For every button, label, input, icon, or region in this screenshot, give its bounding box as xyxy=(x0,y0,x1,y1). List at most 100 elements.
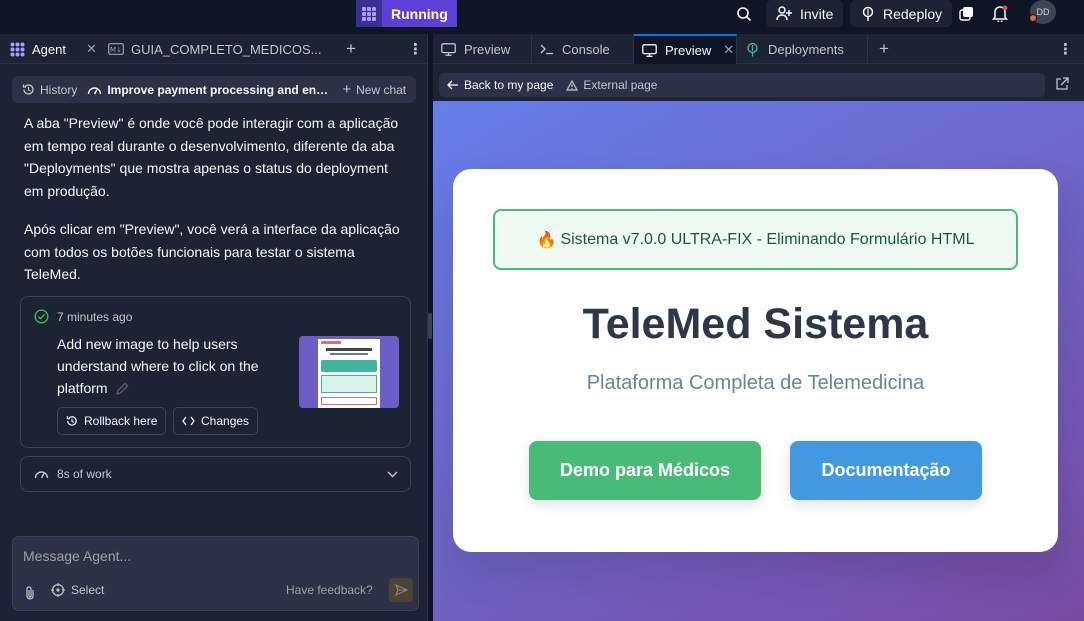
rollback-label: Rollback here xyxy=(84,414,158,428)
rollback-icon xyxy=(66,415,78,427)
checkpoint-time-row: 7 minutes ago xyxy=(34,309,132,324)
message-composer: Select Have feedback? xyxy=(12,536,419,611)
plus-icon: + xyxy=(342,81,352,98)
pane-resize-handle[interactable] xyxy=(428,313,432,339)
more-options-icon[interactable]: ⋮ xyxy=(408,34,423,64)
replit-logo-icon xyxy=(356,0,382,27)
tab-preview-2-label: Preview xyxy=(665,42,712,58)
crosshair-icon xyxy=(51,583,65,597)
more-options-icon[interactable]: ⋮ xyxy=(1058,34,1073,64)
history-button[interactable]: History xyxy=(22,83,77,97)
checkpoint-text: Add new image to help users understand w… xyxy=(57,336,259,396)
tab-agent-close-icon[interactable]: ✕ xyxy=(86,34,97,64)
add-user-icon xyxy=(776,6,793,21)
tab-preview-1-label: Preview xyxy=(464,41,511,57)
app-subtitle: Plataforma Completa de Telemedicina xyxy=(586,372,925,394)
redeploy-button[interactable]: Redeploy xyxy=(850,0,953,27)
history-icon xyxy=(22,83,35,96)
notification-bell-icon[interactable] xyxy=(990,0,1010,27)
check-circle-icon xyxy=(34,309,49,324)
tab-preview-2[interactable]: Preview ✕ xyxy=(634,34,737,64)
app-title: TeleMed Sistema xyxy=(582,300,929,348)
work-summary[interactable]: 8s of work xyxy=(20,456,411,492)
feedback-link[interactable]: Have feedback? xyxy=(286,583,373,597)
banner-text: Sistema v7.0.0 ULTRA-FIX - Eliminando Fo… xyxy=(560,230,975,248)
preview-viewport: 🔥 Sistema v7.0.0 ULTRA-FIX - Eliminando … xyxy=(433,101,1084,621)
warning-triangle-icon xyxy=(566,79,579,91)
checkpoint-time: 7 minutes ago xyxy=(57,309,133,324)
left-tab-bar: Agent ✕ M↓ GUIA_COMPLETO_MEDICOS... + ⋮ xyxy=(0,34,427,64)
back-label: Back to my page xyxy=(464,78,554,92)
gauge-icon xyxy=(87,84,102,96)
chevron-down-icon xyxy=(387,471,398,478)
external-page-indicator: External page xyxy=(566,78,657,92)
app-card: 🔥 Sistema v7.0.0 ULTRA-FIX - Eliminando … xyxy=(453,169,1058,552)
invite-label: Invite xyxy=(800,5,834,22)
preview-url-bar: Back to my page External page xyxy=(439,73,1045,97)
deploy-icon xyxy=(745,42,760,57)
right-tab-bar: Preview Console Preview ✕ Deployments + … xyxy=(433,34,1084,64)
agent-icon xyxy=(10,42,25,57)
markdown-file-icon: M↓ xyxy=(108,43,124,55)
chat-title-button[interactable]: Improve payment processing and enab... xyxy=(87,83,333,97)
invite-button[interactable]: Invite xyxy=(766,0,844,27)
agent-message-1: A aba "Preview" é onde você pode interag… xyxy=(24,115,399,199)
svg-text:M↓: M↓ xyxy=(110,46,122,54)
new-chat-label: New chat xyxy=(356,82,407,97)
redeploy-label: Redeploy xyxy=(883,5,943,22)
new-chat-button[interactable]: + New chat xyxy=(342,81,406,98)
documentacao-button[interactable]: Documentação xyxy=(790,441,982,500)
tab-guia-label: GUIA_COMPLETO_MEDICOS... xyxy=(131,41,322,57)
changes-button[interactable]: Changes xyxy=(173,407,259,435)
tab-guia-file[interactable]: M↓ GUIA_COMPLETO_MEDICOS... xyxy=(108,34,321,64)
preview-pane: Preview Console Preview ✕ Deployments + … xyxy=(433,34,1084,621)
tab-deployments[interactable]: Deployments xyxy=(737,34,868,64)
agent-pane: Agent ✕ M↓ GUIA_COMPLETO_MEDICOS... + ⋮ … xyxy=(0,34,428,621)
send-icon xyxy=(394,584,408,596)
chat-header: History Improve payment processing and e… xyxy=(12,76,416,103)
run-control[interactable]: Running xyxy=(356,0,457,27)
code-icon xyxy=(182,416,195,426)
new-tab-plus-icon[interactable]: + xyxy=(879,34,889,64)
new-tab-plus-icon[interactable]: + xyxy=(346,34,356,64)
tab-deployments-label: Deployments xyxy=(768,41,844,57)
running-button[interactable]: Running xyxy=(382,0,457,27)
message-input[interactable] xyxy=(13,537,418,575)
edit-pencil-icon[interactable] xyxy=(115,382,129,396)
open-external-icon[interactable] xyxy=(1055,77,1069,91)
thumbnail-page xyxy=(318,339,380,408)
checkpoint-screenshot-thumbnail[interactable] xyxy=(299,336,399,408)
select-element-button[interactable]: Select xyxy=(51,583,104,597)
tab-agent[interactable]: Agent xyxy=(10,34,66,64)
demo-medicos-button[interactable]: Demo para Médicos xyxy=(529,441,761,500)
fire-icon: 🔥 xyxy=(536,231,557,249)
chat-title: Improve payment processing and enab... xyxy=(107,82,334,97)
tab-console-label: Console xyxy=(562,41,610,57)
checkpoint-description: Add new image to help users understand w… xyxy=(57,333,285,399)
copy-icon[interactable] xyxy=(956,0,976,27)
tab-preview-close-icon[interactable]: ✕ xyxy=(723,42,734,58)
tab-preview-1[interactable]: Preview xyxy=(433,34,532,64)
monitor-icon xyxy=(441,42,456,56)
send-button[interactable] xyxy=(389,578,413,602)
arrow-left-icon xyxy=(447,80,459,90)
select-label: Select xyxy=(71,583,105,597)
tab-console[interactable]: Console xyxy=(532,34,634,64)
search-icon[interactable] xyxy=(734,0,754,27)
history-label: History xyxy=(40,82,78,97)
gauge-icon xyxy=(34,468,49,480)
version-banner: 🔥 Sistema v7.0.0 ULTRA-FIX - Eliminando … xyxy=(493,209,1018,270)
work-label: 8s of work xyxy=(57,467,112,481)
changes-label: Changes xyxy=(201,414,250,428)
tab-agent-label: Agent xyxy=(32,41,66,57)
rollback-button[interactable]: Rollback here xyxy=(57,407,167,435)
avatar-status-dot xyxy=(1029,14,1037,22)
back-to-page-button[interactable]: Back to my page xyxy=(447,78,553,92)
external-label: External page xyxy=(583,78,658,92)
paperclip-icon[interactable] xyxy=(24,585,36,600)
monitor-icon xyxy=(642,43,657,57)
deploy-icon xyxy=(860,6,876,22)
checkpoint-card: 7 minutes ago Add new image to help user… xyxy=(20,296,411,448)
agent-message-2: Após clicar em "Preview", você verá a in… xyxy=(24,221,400,282)
terminal-icon xyxy=(540,43,554,55)
